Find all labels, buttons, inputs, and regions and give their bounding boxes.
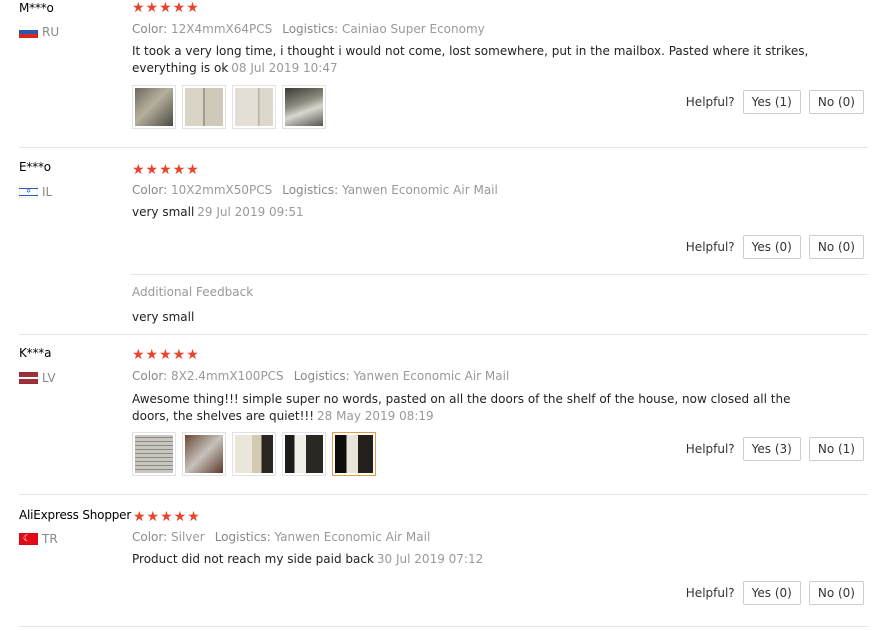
logistics-value: Yanwen Economic Air Mail (342, 183, 498, 197)
country-code: LV (42, 371, 56, 385)
helpful-yes-button[interactable]: Yes (1) (742, 90, 801, 114)
helpful-yes-button[interactable]: Yes (0) (742, 581, 801, 605)
flag-tr-icon: ☾ (19, 533, 38, 545)
country-code: RU (42, 25, 60, 39)
review-text: Product did not reach my side paid back 3… (132, 552, 484, 566)
additional-feedback-divider (131, 274, 868, 275)
review-meta: Color: 10X2mmX50PCS Logistics: Yanwen Eco… (132, 183, 498, 197)
photo-thumbnail[interactable] (282, 432, 326, 476)
logistics-value: Cainiao Super Economy (342, 22, 485, 36)
helpful-yes-button[interactable]: Yes (0) (742, 235, 801, 259)
photo-thumbnail[interactable] (232, 85, 276, 129)
review-divider (19, 334, 868, 335)
review-divider (19, 494, 868, 495)
photo-thumbnail[interactable] (182, 85, 226, 129)
helpful-vote: Helpful? Yes (1) No (0) (686, 90, 864, 114)
color-value: 12X4mmX64PCS (171, 22, 273, 36)
review-text: very small 29 Jul 2019 09:51 (132, 205, 304, 219)
review-author: K***a (19, 346, 52, 360)
review-date: 08 Jul 2019 10:47 (231, 60, 338, 75)
review-meta: Color: Silver Logistics: Yanwen Economic … (132, 530, 431, 544)
photo-thumbnail-selected[interactable] (332, 432, 376, 476)
color-value: 10X2mmX50PCS (171, 183, 273, 197)
flag-il-icon: ✡ (19, 186, 38, 198)
color-value: Silver (171, 530, 205, 544)
logistics-value: Yanwen Economic Air Mail (274, 530, 431, 544)
review-date: 29 Jul 2019 09:51 (197, 205, 304, 219)
helpful-label: Helpful? (685, 586, 735, 600)
photo-thumbnail[interactable] (282, 85, 326, 129)
logistics-value: Yanwen Economic Air Mail (353, 369, 510, 383)
review-divider (19, 147, 868, 148)
color-value: 8X2.4mmX100PCS (171, 369, 284, 383)
review-author: E***o (19, 160, 51, 174)
review-country: RU (19, 25, 59, 39)
photo-thumbnails (132, 85, 326, 129)
helpful-label: Helpful? (685, 442, 735, 456)
country-code: TR (42, 532, 58, 546)
photo-thumbnails (132, 432, 376, 476)
helpful-no-button[interactable]: No (1) (808, 437, 864, 461)
review-meta: Color: 8X2.4mmX100PCS Logistics: Yanwen E… (132, 369, 510, 383)
additional-feedback-text: very small (132, 310, 195, 324)
photo-thumbnail[interactable] (132, 432, 176, 476)
review-country: ☾ TR (19, 532, 58, 546)
photo-thumbnail[interactable] (182, 432, 226, 476)
helpful-no-button[interactable]: No (0) (808, 235, 864, 259)
helpful-label: Helpful? (685, 240, 735, 254)
country-code: IL (42, 185, 53, 199)
star-rating: ★★★★★ (132, 162, 200, 178)
review-author: M***o (19, 1, 54, 15)
review-text: Awesome thing!!! simple super no words, … (132, 392, 791, 423)
review-country: LV (19, 371, 56, 385)
review-author: AliExpress Shopper (19, 508, 132, 522)
helpful-no-button[interactable]: No (0) (808, 90, 864, 114)
review-country: ✡ IL (19, 185, 52, 199)
review-text: It took a very long time, i thought i wo… (132, 44, 809, 75)
flag-ru-icon (19, 26, 38, 38)
flag-lv-icon (19, 372, 38, 384)
review-date: 28 May 2019 08:19 (317, 408, 434, 423)
review-divider (19, 626, 868, 627)
additional-feedback-title: Additional Feedback (132, 285, 254, 299)
review-date: 30 Jul 2019 07:12 (376, 552, 484, 566)
star-rating: ★★★★★ (133, 509, 201, 525)
helpful-yes-button[interactable]: Yes (3) (742, 437, 801, 461)
photo-thumbnail[interactable] (232, 432, 276, 476)
helpful-vote: Helpful? Yes (0) No (0) (686, 581, 864, 605)
helpful-label: Helpful? (685, 95, 735, 109)
review-meta: Color: 12X4mmX64PCS Logistics: Cainiao Su… (132, 22, 485, 36)
helpful-vote: Helpful? Yes (3) No (1) (686, 437, 864, 461)
star-rating: ★★★★★ (132, 347, 200, 363)
star-rating: ★★★★★ (132, 0, 200, 16)
helpful-vote: Helpful? Yes (0) No (0) (686, 235, 864, 259)
photo-thumbnail[interactable] (132, 85, 176, 129)
helpful-no-button[interactable]: No (0) (808, 581, 864, 605)
